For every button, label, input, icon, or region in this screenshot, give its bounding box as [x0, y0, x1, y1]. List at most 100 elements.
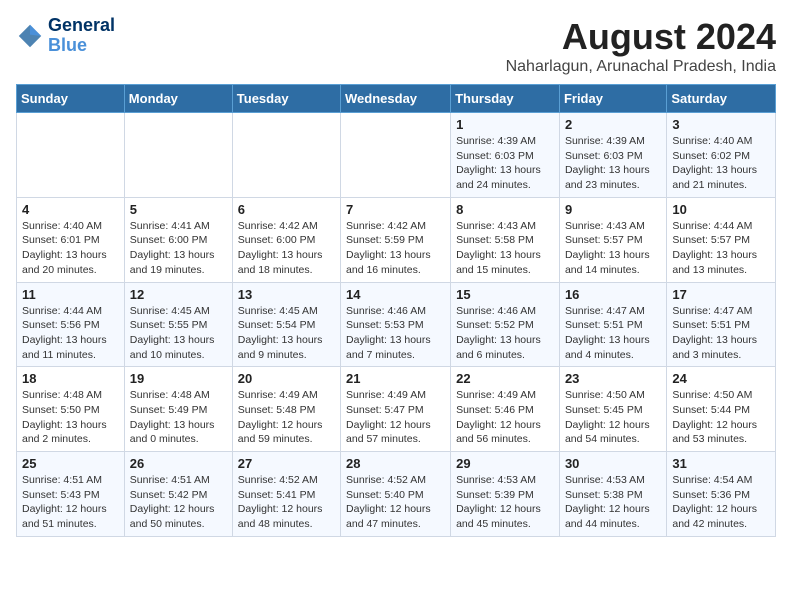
day-number: 22	[456, 371, 554, 386]
day-info: Sunrise: 4:51 AM Sunset: 5:43 PM Dayligh…	[22, 473, 119, 532]
day-info: Sunrise: 4:44 AM Sunset: 5:57 PM Dayligh…	[672, 219, 770, 278]
day-info: Sunrise: 4:39 AM Sunset: 6:03 PM Dayligh…	[456, 134, 554, 193]
calendar-cell: 21 Sunrise: 4:49 AM Sunset: 5:47 PM Dayli…	[341, 367, 451, 452]
weekday-header-sunday: Sunday	[17, 85, 125, 113]
title-area: August 2024 Naharlagun, Arunachal Prades…	[506, 16, 776, 76]
week-row-0: 1 Sunrise: 4:39 AM Sunset: 6:03 PM Daylig…	[17, 113, 776, 198]
calendar-cell: 28 Sunrise: 4:52 AM Sunset: 5:40 PM Dayli…	[341, 452, 451, 537]
day-info: Sunrise: 4:52 AM Sunset: 5:40 PM Dayligh…	[346, 473, 445, 532]
calendar-cell: 4Sunrise: 4:40 AM Sunset: 6:01 PM Daylig…	[17, 197, 125, 282]
day-info: Sunrise: 4:43 AM Sunset: 5:58 PM Dayligh…	[456, 219, 554, 278]
day-info: Sunrise: 4:45 AM Sunset: 5:54 PM Dayligh…	[238, 304, 335, 363]
week-row-2: 11 Sunrise: 4:44 AM Sunset: 5:56 PM Dayli…	[17, 282, 776, 367]
day-number: 1	[456, 117, 554, 132]
day-number: 15	[456, 287, 554, 302]
day-number: 11	[22, 287, 119, 302]
day-info: Sunrise: 4:49 AM Sunset: 5:47 PM Dayligh…	[346, 388, 445, 447]
calendar-cell: 30Sunrise: 4:53 AM Sunset: 5:38 PM Dayli…	[559, 452, 666, 537]
calendar-cell: 12Sunrise: 4:45 AM Sunset: 5:55 PM Dayli…	[124, 282, 232, 367]
calendar-cell: 23 Sunrise: 4:50 AM Sunset: 5:45 PM Dayli…	[559, 367, 666, 452]
calendar-cell: 9 Sunrise: 4:43 AM Sunset: 5:57 PM Daylig…	[559, 197, 666, 282]
day-info: Sunrise: 4:45 AM Sunset: 5:55 PM Dayligh…	[130, 304, 227, 363]
day-number: 13	[238, 287, 335, 302]
day-info: Sunrise: 4:48 AM Sunset: 5:49 PM Dayligh…	[130, 388, 227, 447]
calendar-cell: 20 Sunrise: 4:49 AM Sunset: 5:48 PM Dayli…	[232, 367, 340, 452]
calendar-cell: 15 Sunrise: 4:46 AM Sunset: 5:52 PM Dayli…	[451, 282, 560, 367]
day-info: Sunrise: 4:46 AM Sunset: 5:53 PM Dayligh…	[346, 304, 445, 363]
weekday-header-row: SundayMondayTuesdayWednesdayThursdayFrid…	[17, 85, 776, 113]
day-info: Sunrise: 4:41 AM Sunset: 6:00 PM Dayligh…	[130, 219, 227, 278]
calendar-cell: 25Sunrise: 4:51 AM Sunset: 5:43 PM Dayli…	[17, 452, 125, 537]
day-number: 29	[456, 456, 554, 471]
day-info: Sunrise: 4:42 AM Sunset: 6:00 PM Dayligh…	[238, 219, 335, 278]
day-number: 2	[565, 117, 661, 132]
day-number: 31	[672, 456, 770, 471]
day-number: 26	[130, 456, 227, 471]
calendar-cell: 24Sunrise: 4:50 AM Sunset: 5:44 PM Dayli…	[667, 367, 776, 452]
weekday-header-wednesday: Wednesday	[341, 85, 451, 113]
calendar-cell	[124, 113, 232, 198]
day-info: Sunrise: 4:48 AM Sunset: 5:50 PM Dayligh…	[22, 388, 119, 447]
calendar-cell: 31 Sunrise: 4:54 AM Sunset: 5:36 PM Dayli…	[667, 452, 776, 537]
calendar-table: SundayMondayTuesdayWednesdayThursdayFrid…	[16, 84, 776, 537]
calendar-cell: 13 Sunrise: 4:45 AM Sunset: 5:54 PM Dayli…	[232, 282, 340, 367]
calendar-cell: 3 Sunrise: 4:40 AM Sunset: 6:02 PM Daylig…	[667, 113, 776, 198]
day-info: Sunrise: 4:43 AM Sunset: 5:57 PM Dayligh…	[565, 219, 661, 278]
day-info: Sunrise: 4:47 AM Sunset: 5:51 PM Dayligh…	[565, 304, 661, 363]
calendar-cell	[17, 113, 125, 198]
calendar-cell: 11 Sunrise: 4:44 AM Sunset: 5:56 PM Dayli…	[17, 282, 125, 367]
week-row-3: 18 Sunrise: 4:48 AM Sunset: 5:50 PM Dayli…	[17, 367, 776, 452]
day-info: Sunrise: 4:40 AM Sunset: 6:02 PM Dayligh…	[672, 134, 770, 193]
weekday-header-saturday: Saturday	[667, 85, 776, 113]
calendar-cell: 22 Sunrise: 4:49 AM Sunset: 5:46 PM Dayli…	[451, 367, 560, 452]
calendar-cell	[232, 113, 340, 198]
day-info: Sunrise: 4:40 AM Sunset: 6:01 PM Dayligh…	[22, 219, 119, 278]
calendar-cell: 7Sunrise: 4:42 AM Sunset: 5:59 PM Daylig…	[341, 197, 451, 282]
calendar-cell: 2 Sunrise: 4:39 AM Sunset: 6:03 PM Daylig…	[559, 113, 666, 198]
day-number: 18	[22, 371, 119, 386]
day-info: Sunrise: 4:50 AM Sunset: 5:44 PM Dayligh…	[672, 388, 770, 447]
day-number: 5	[130, 202, 227, 217]
weekday-header-monday: Monday	[124, 85, 232, 113]
calendar-cell: 14 Sunrise: 4:46 AM Sunset: 5:53 PM Dayli…	[341, 282, 451, 367]
calendar-cell: 29Sunrise: 4:53 AM Sunset: 5:39 PM Dayli…	[451, 452, 560, 537]
weekday-header-friday: Friday	[559, 85, 666, 113]
day-info: Sunrise: 4:50 AM Sunset: 5:45 PM Dayligh…	[565, 388, 661, 447]
day-number: 23	[565, 371, 661, 386]
day-info: Sunrise: 4:39 AM Sunset: 6:03 PM Dayligh…	[565, 134, 661, 193]
day-number: 20	[238, 371, 335, 386]
week-row-1: 4Sunrise: 4:40 AM Sunset: 6:01 PM Daylig…	[17, 197, 776, 282]
day-info: Sunrise: 4:44 AM Sunset: 5:56 PM Dayligh…	[22, 304, 119, 363]
logo: General Blue	[16, 16, 115, 56]
day-number: 16	[565, 287, 661, 302]
calendar-cell: 17Sunrise: 4:47 AM Sunset: 5:51 PM Dayli…	[667, 282, 776, 367]
day-number: 10	[672, 202, 770, 217]
day-number: 28	[346, 456, 445, 471]
day-number: 30	[565, 456, 661, 471]
calendar-cell: 19Sunrise: 4:48 AM Sunset: 5:49 PM Dayli…	[124, 367, 232, 452]
calendar-cell	[341, 113, 451, 198]
calendar-cell: 8 Sunrise: 4:43 AM Sunset: 5:58 PM Daylig…	[451, 197, 560, 282]
day-number: 8	[456, 202, 554, 217]
day-info: Sunrise: 4:49 AM Sunset: 5:46 PM Dayligh…	[456, 388, 554, 447]
day-info: Sunrise: 4:52 AM Sunset: 5:41 PM Dayligh…	[238, 473, 335, 532]
day-info: Sunrise: 4:51 AM Sunset: 5:42 PM Dayligh…	[130, 473, 227, 532]
day-number: 3	[672, 117, 770, 132]
header: General Blue August 2024 Naharlagun, Aru…	[16, 16, 776, 76]
day-number: 21	[346, 371, 445, 386]
day-number: 9	[565, 202, 661, 217]
day-number: 6	[238, 202, 335, 217]
weekday-header-thursday: Thursday	[451, 85, 560, 113]
week-row-4: 25Sunrise: 4:51 AM Sunset: 5:43 PM Dayli…	[17, 452, 776, 537]
day-number: 14	[346, 287, 445, 302]
calendar-cell: 5 Sunrise: 4:41 AM Sunset: 6:00 PM Daylig…	[124, 197, 232, 282]
day-info: Sunrise: 4:54 AM Sunset: 5:36 PM Dayligh…	[672, 473, 770, 532]
calendar-cell: 10 Sunrise: 4:44 AM Sunset: 5:57 PM Dayli…	[667, 197, 776, 282]
main-title: August 2024	[506, 16, 776, 58]
day-number: 27	[238, 456, 335, 471]
day-info: Sunrise: 4:47 AM Sunset: 5:51 PM Dayligh…	[672, 304, 770, 363]
day-info: Sunrise: 4:46 AM Sunset: 5:52 PM Dayligh…	[456, 304, 554, 363]
day-info: Sunrise: 4:49 AM Sunset: 5:48 PM Dayligh…	[238, 388, 335, 447]
logo-icon	[16, 22, 44, 50]
day-info: Sunrise: 4:42 AM Sunset: 5:59 PM Dayligh…	[346, 219, 445, 278]
